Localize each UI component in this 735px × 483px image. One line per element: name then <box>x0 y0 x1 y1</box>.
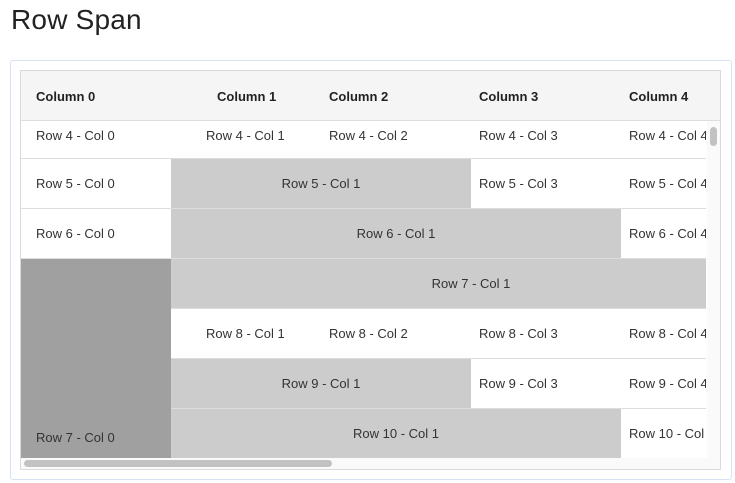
table-cell[interactable]: Row 10 - Col 4 <box>629 409 706 458</box>
table-cell[interactable]: Row 6 - Col 4 <box>629 209 706 258</box>
table-row: Row 6 - Col 0 Row 6 - Col 1 Row 6 - Col … <box>21 209 706 259</box>
column-header-2[interactable]: Column 2 <box>329 71 388 120</box>
table-cell[interactable]: Row 5 - Col 3 <box>479 159 619 208</box>
column-header-0[interactable]: Column 0 <box>36 71 95 120</box>
table-cell[interactable]: Row 4 - Col 0 <box>36 121 176 158</box>
table-cell[interactable]: Row 5 - Col 0 <box>36 159 176 208</box>
spanned-cell[interactable]: Row 10 - Col 1 <box>171 409 621 458</box>
spanned-cell[interactable]: Row 5 - Col 1 <box>171 159 471 208</box>
table-row: Row 4 - Col 0 Row 4 - Col 1 Row 4 - Col … <box>21 121 706 159</box>
table-cell[interactable]: Row 8 - Col 4 <box>629 309 706 358</box>
table-cell[interactable]: Row 4 - Col 1 <box>206 121 321 158</box>
page-title: Row Span <box>11 4 142 35</box>
vertical-scrollbar-thumb[interactable] <box>710 127 717 146</box>
table-cell[interactable]: Row 8 - Col 1 <box>206 309 321 358</box>
grid-header: Column 0 Column 1 Column 2 Column 3 Colu… <box>21 71 720 121</box>
column-header-3[interactable]: Column 3 <box>479 71 538 120</box>
horizontal-scrollbar-thumb[interactable] <box>24 460 332 467</box>
table-cell[interactable]: Row 4 - Col 2 <box>329 121 469 158</box>
spanned-cell-col0[interactable]: Row 7 - Col 0 <box>21 259 171 458</box>
table-cell[interactable]: Row 6 - Col 0 <box>36 209 176 258</box>
grid-body[interactable]: Row 4 - Col 0 Row 4 - Col 1 Row 4 - Col … <box>21 121 706 458</box>
column-header-4[interactable]: Column 4 <box>629 71 688 120</box>
column-header-1[interactable]: Column 1 <box>217 71 276 120</box>
spanned-cell[interactable]: Row 9 - Col 1 <box>171 359 471 408</box>
table-cell[interactable]: Row 4 - Col 3 <box>479 121 619 158</box>
table-cell[interactable]: Row 5 - Col 4 <box>629 159 706 208</box>
horizontal-scrollbar[interactable] <box>21 458 720 469</box>
table-cell[interactable]: Row 8 - Col 3 <box>479 309 619 358</box>
data-grid[interactable]: Column 0 Column 1 Column 2 Column 3 Colu… <box>20 70 721 470</box>
vertical-scrollbar[interactable] <box>707 121 720 458</box>
table-cell[interactable]: Row 4 - Col 4 <box>629 121 706 158</box>
table-cell[interactable]: Row 9 - Col 4 <box>629 359 706 408</box>
table-row: Row 5 - Col 0 Row 5 - Col 1 Row 5 - Col … <box>21 159 706 209</box>
table-cell[interactable]: Row 8 - Col 2 <box>329 309 469 358</box>
spanned-cell[interactable]: Row 6 - Col 1 <box>171 209 621 258</box>
spanned-cell[interactable]: Row 7 - Col 1 <box>171 259 706 308</box>
table-cell[interactable]: Row 9 - Col 3 <box>479 359 619 408</box>
